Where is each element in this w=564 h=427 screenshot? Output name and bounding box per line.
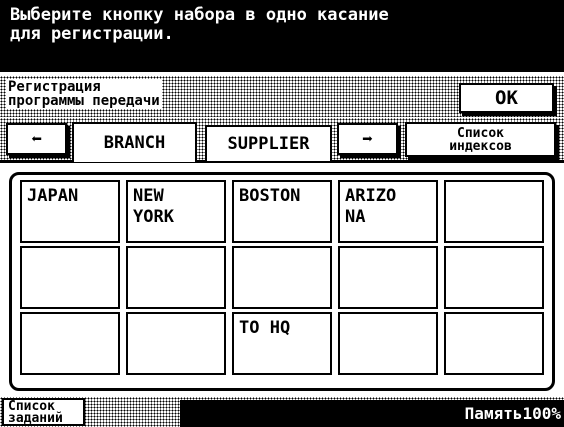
ok-button[interactable]: OK [459,83,554,113]
one-touch-key[interactable]: ARIZO NA [338,180,438,243]
tab-branch[interactable]: BRANCH [72,122,197,162]
prev-tab-button[interactable]: ⬅ [6,123,67,155]
one-touch-key[interactable] [126,312,226,375]
tab-supplier[interactable]: SUPPLIER [205,125,332,161]
job-list-button[interactable]: Список заданий [2,398,85,426]
one-touch-key-label: JAPAN [27,186,79,206]
one-touch-key[interactable] [338,246,438,309]
one-touch-key-label: NEW YORK [133,186,174,227]
one-touch-key[interactable] [232,246,332,309]
arrow-left-icon: ⬅ [31,128,42,150]
one-touch-key[interactable]: BOSTON [232,180,332,243]
one-touch-key[interactable]: TO HQ [232,312,332,375]
one-touch-key[interactable] [338,312,438,375]
program-registration-label: Регистрация программы передачи [6,79,162,109]
one-touch-key-label: TO HQ [239,318,291,338]
arrow-right-icon: ➡ [362,128,373,150]
one-touch-key[interactable] [20,246,120,309]
one-touch-key[interactable]: NEW YORK [126,180,226,243]
instruction-header: Выберите кнопку набора в одно касание дл… [0,0,564,72]
one-touch-key[interactable]: JAPAN [20,180,120,243]
one-touch-key-label: ARIZO NA [345,186,397,227]
one-touch-key[interactable] [444,246,544,309]
index-list-button[interactable]: Список индексов [405,122,556,157]
one-touch-key[interactable] [20,312,120,375]
next-tab-button[interactable]: ➡ [337,123,398,155]
instruction-text: Выберите кнопку набора в одно касание дл… [10,5,389,44]
one-touch-key-label: BOSTON [239,186,301,206]
one-touch-key[interactable] [444,312,544,375]
one-touch-key[interactable] [126,246,226,309]
one-touch-key[interactable] [444,180,544,243]
memory-status: Память100% [464,404,561,423]
